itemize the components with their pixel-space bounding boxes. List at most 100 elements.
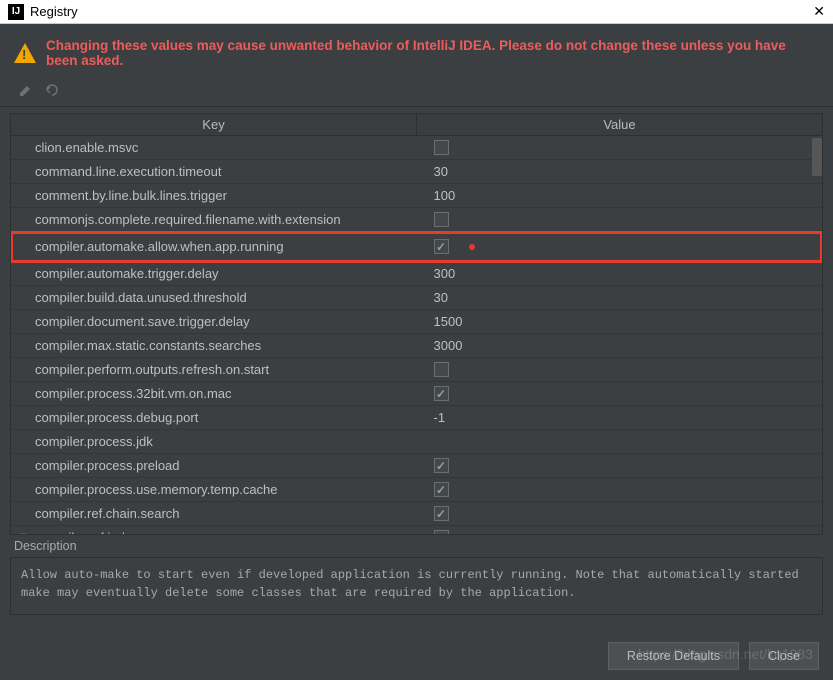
cell-key: compiler.document.save.trigger.delay [11, 314, 424, 329]
cell-value[interactable]: 300 [424, 266, 823, 281]
scrollbar-thumb[interactable] [812, 138, 822, 176]
key-label: clion.enable.msvc [35, 140, 138, 155]
warning-icon [14, 43, 36, 63]
cell-key: comment.by.line.bulk.lines.trigger [11, 188, 424, 203]
table-row[interactable]: clion.enable.msvc [11, 136, 822, 160]
checkbox[interactable] [434, 212, 449, 227]
titlebar: IJ Registry ✕ [0, 0, 833, 24]
checkbox[interactable] [434, 386, 449, 401]
table-row[interactable]: compiler.max.static.constants.searches 30… [11, 334, 822, 358]
key-label: compiler.max.static.constants.searches [35, 338, 261, 353]
value-text[interactable]: 300 [434, 266, 456, 281]
checkbox[interactable] [434, 506, 449, 521]
cell-key: compiler.process.jdk [11, 434, 424, 449]
table-row[interactable]: compiler.automake.trigger.delay 300 [11, 262, 822, 286]
cell-key: compiler.process.use.memory.temp.cache [11, 482, 424, 497]
key-label: command.line.execution.timeout [35, 164, 221, 179]
cell-key: compiler.build.data.unused.threshold [11, 290, 424, 305]
table-row[interactable]: commonjs.complete.required.filename.with… [11, 208, 822, 232]
cell-value[interactable]: -1 [424, 410, 823, 425]
restore-defaults-button[interactable]: Restore Defaults [608, 642, 739, 670]
key-label: compiler.process.preload [35, 458, 180, 473]
table-body: clion.enable.msvc command.line.execution.… [11, 136, 822, 534]
table-row[interactable]: command.line.execution.timeout 30 [11, 160, 822, 184]
header-value[interactable]: Value [417, 114, 822, 135]
warning-text: Changing these values may cause unwanted… [46, 38, 819, 68]
cell-value[interactable]: 30 [424, 164, 823, 179]
table-row[interactable]: ▽ compiler.ref.index [11, 526, 822, 534]
key-label: compiler.ref.index [37, 530, 139, 534]
key-label: compiler.automake.trigger.delay [35, 266, 219, 281]
table-row[interactable]: compiler.process.use.memory.temp.cache [11, 478, 822, 502]
key-label: compiler.ref.chain.search [35, 506, 180, 521]
table-row[interactable]: compiler.ref.chain.search [11, 502, 822, 526]
cell-key: compiler.max.static.constants.searches [11, 338, 424, 353]
toolbar [0, 78, 833, 107]
cell-value[interactable]: 3000 [424, 338, 823, 353]
app-icon: IJ [8, 4, 24, 20]
table-row[interactable]: compiler.process.debug.port -1 [11, 406, 822, 430]
checkbox[interactable] [434, 140, 449, 155]
cell-value[interactable] [424, 140, 823, 155]
chevron-down-icon: ▽ [19, 532, 27, 534]
close-button[interactable]: Close [749, 642, 819, 670]
table-row[interactable]: compiler.process.preload [11, 454, 822, 478]
value-text[interactable]: 3000 [434, 338, 463, 353]
cell-key: compiler.perform.outputs.refresh.on.star… [11, 362, 424, 377]
key-label: compiler.perform.outputs.refresh.on.star… [35, 362, 269, 377]
checkbox[interactable] [434, 482, 449, 497]
table-row[interactable]: compiler.process.jdk [11, 430, 822, 454]
key-label: compiler.automake.allow.when.app.running [35, 239, 284, 254]
key-label: compiler.process.use.memory.temp.cache [35, 482, 278, 497]
cell-key: command.line.execution.timeout [11, 164, 424, 179]
table-header: Key Value [11, 114, 822, 136]
value-text[interactable]: 100 [434, 188, 456, 203]
table-row[interactable]: comment.by.line.bulk.lines.trigger 100 [11, 184, 822, 208]
cell-value[interactable] [424, 530, 823, 534]
registry-table: Key Value clion.enable.msvc command.line.… [10, 113, 823, 535]
warning-bar: Changing these values may cause unwanted… [0, 24, 833, 78]
cell-value[interactable]: 100 [424, 188, 823, 203]
cell-value[interactable] [424, 212, 823, 227]
cell-key: compiler.process.debug.port [11, 410, 424, 425]
checkbox[interactable] [434, 362, 449, 377]
cell-value[interactable] [424, 482, 823, 497]
value-text[interactable]: 1500 [434, 314, 463, 329]
table-row[interactable]: compiler.process.32bit.vm.on.mac [11, 382, 822, 406]
edit-icon[interactable] [18, 82, 34, 98]
key-label: compiler.process.debug.port [35, 410, 198, 425]
key-label: commonjs.complete.required.filename.with… [35, 212, 341, 227]
table-row[interactable]: compiler.perform.outputs.refresh.on.star… [11, 358, 822, 382]
cell-key: clion.enable.msvc [11, 140, 424, 155]
cell-key: ▽ compiler.ref.index [11, 530, 424, 534]
value-text[interactable]: 30 [434, 290, 448, 305]
cell-value[interactable]: 1500 [424, 314, 823, 329]
table-row[interactable]: compiler.document.save.trigger.delay 1500 [11, 310, 822, 334]
checkbox[interactable] [434, 239, 449, 254]
value-text[interactable]: -1 [434, 410, 446, 425]
key-label: comment.by.line.bulk.lines.trigger [35, 188, 227, 203]
description-label: Description [0, 535, 833, 553]
header-key[interactable]: Key [11, 114, 417, 135]
key-label: compiler.build.data.unused.threshold [35, 290, 247, 305]
cell-value[interactable]: 30 [424, 290, 823, 305]
cell-value[interactable] [424, 239, 823, 254]
checkbox[interactable] [434, 530, 449, 534]
cell-value[interactable] [424, 362, 823, 377]
table-row[interactable]: compiler.build.data.unused.threshold 30 [11, 286, 822, 310]
close-icon[interactable]: ✕ [813, 3, 825, 20]
value-text[interactable]: 30 [434, 164, 448, 179]
cell-key: compiler.ref.chain.search [11, 506, 424, 521]
checkbox[interactable] [434, 458, 449, 473]
cell-key: compiler.process.32bit.vm.on.mac [11, 386, 424, 401]
table-row[interactable]: compiler.automake.allow.when.app.running [11, 232, 822, 262]
cell-value[interactable] [424, 506, 823, 521]
dialog-footer: Restore Defaults Close [608, 642, 819, 670]
cell-value[interactable] [424, 386, 823, 401]
cell-value[interactable] [424, 458, 823, 473]
cell-key: compiler.process.preload [11, 458, 424, 473]
cell-key: compiler.automake.trigger.delay [11, 266, 424, 281]
undo-icon[interactable] [44, 82, 60, 98]
key-label: compiler.process.32bit.vm.on.mac [35, 386, 232, 401]
changed-indicator-icon [469, 244, 475, 250]
